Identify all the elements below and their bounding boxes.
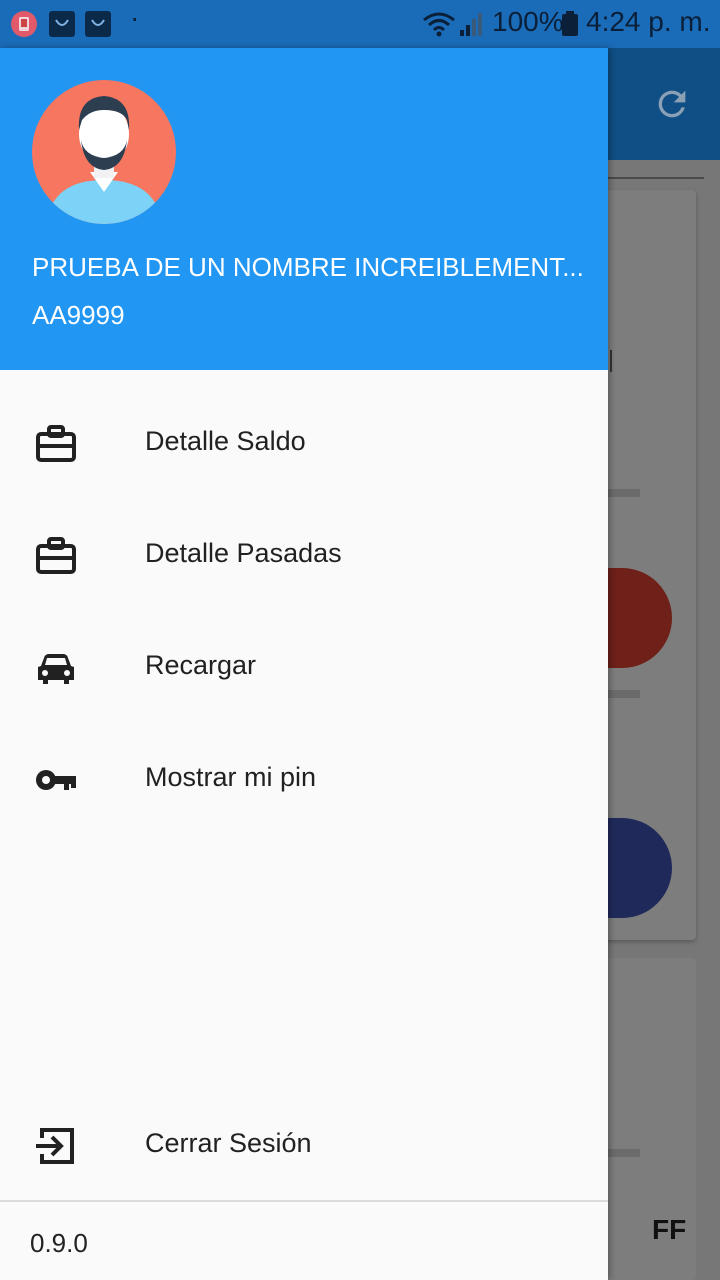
refresh-icon[interactable] — [652, 84, 692, 124]
status-dot: · — [130, 2, 140, 33]
signal-icon — [460, 13, 482, 36]
car-icon — [38, 654, 74, 684]
menu-item-label: Recargar — [145, 650, 257, 680]
clock: 4:24 p. m. — [586, 6, 711, 37]
user-name: PRUEBA DE UN NOMBRE INCREIBLEMENT... — [32, 252, 584, 282]
menu-item-label: Mostrar mi pin — [145, 762, 317, 792]
menu-item-mostrar-pin[interactable]: Mostrar mi pin — [0, 724, 608, 836]
shopping-bag-icon — [49, 11, 75, 37]
app-version: 0.9.0 — [30, 1228, 88, 1258]
battery-percent: 100% — [492, 6, 564, 37]
drawer-divider — [0, 1200, 608, 1202]
avatar — [32, 80, 176, 224]
background-partial-text: FF — [652, 1214, 687, 1245]
menu-item-label: Detalle Pasadas — [145, 538, 342, 568]
background-bar — [608, 1149, 640, 1157]
status-bar: · 100% 4:24 p. m. — [0, 0, 720, 48]
background-mark — [610, 350, 612, 372]
background-divider — [608, 177, 704, 179]
menu-item-recargar[interactable]: Recargar — [0, 612, 608, 724]
background-bar — [608, 690, 640, 698]
navigation-drawer: PRUEBA DE UN NOMBRE INCREIBLEMENT... AA9… — [0, 48, 608, 1280]
logout-button[interactable]: Cerrar Sesión — [0, 1090, 608, 1202]
shopping-bag-icon — [85, 11, 111, 37]
menu-item-label: Detalle Saldo — [145, 426, 306, 456]
user-id: AA9999 — [32, 300, 125, 330]
menu-item-detalle-pasadas[interactable]: Detalle Pasadas — [0, 500, 608, 612]
background-bar — [608, 489, 640, 497]
menu-item-detalle-saldo[interactable]: Detalle Saldo — [0, 388, 608, 500]
logout-label: Cerrar Sesión — [145, 1128, 312, 1158]
briefcase-icon — [36, 425, 76, 462]
drawer-header: PRUEBA DE UN NOMBRE INCREIBLEMENT... AA9… — [0, 48, 608, 370]
briefcase-icon — [36, 537, 76, 574]
key-icon — [36, 770, 76, 790]
logout-icon — [36, 1128, 74, 1164]
battery-icon — [562, 11, 578, 36]
app-notification-icon — [11, 11, 37, 37]
wifi-icon — [423, 12, 455, 37]
